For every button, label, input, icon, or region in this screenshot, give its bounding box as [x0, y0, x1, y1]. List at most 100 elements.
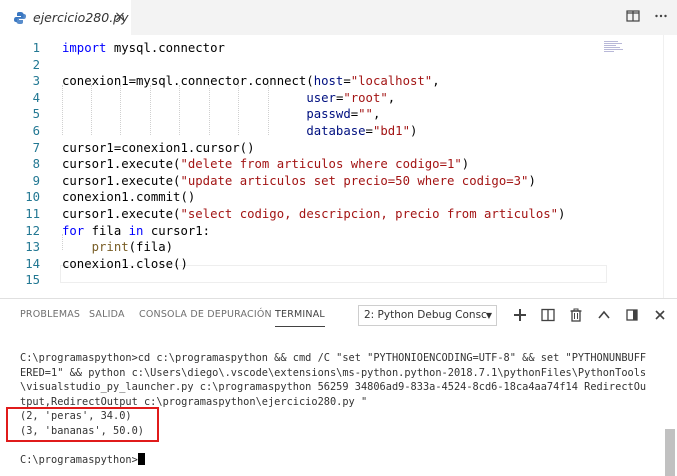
- code-token: ): [461, 157, 470, 172]
- code-line[interactable]: 11 cursor1.execute("select codigo, descri…: [0, 206, 600, 223]
- code-text: import mysql.connector: [62, 40, 225, 57]
- close-panel-icon[interactable]: [652, 307, 668, 323]
- code-line[interactable]: 8 cursor1.execute("delete from articulos …: [0, 156, 600, 173]
- code-line[interactable]: 2: [0, 57, 600, 74]
- terminal-select-value: 2: Python Debug Consc: [364, 309, 487, 321]
- code-token: ,: [432, 74, 440, 89]
- editor-tab-bar: ejercicio280.py ×: [0, 0, 677, 35]
- code-line[interactable]: 10 conexion1.commit(): [0, 189, 600, 206]
- terminal-prompt: C:\programaspython>: [20, 453, 138, 466]
- code-text: user="root",: [62, 90, 395, 107]
- split-editor-icon[interactable]: [626, 9, 640, 23]
- code-token: (fila): [128, 240, 174, 255]
- more-actions-icon[interactable]: [654, 9, 668, 23]
- code-token: cursor1.execute(: [62, 157, 181, 172]
- chevron-up-icon[interactable]: [596, 307, 612, 323]
- code-text: conexion1.close(): [62, 256, 188, 273]
- chevron-down-icon: ▼: [485, 311, 492, 320]
- code-line[interactable]: 1 import mysql.connector: [0, 40, 600, 57]
- code-token: ,: [387, 90, 396, 105]
- code-token: user: [306, 90, 336, 105]
- terminal-select[interactable]: 2: Python Debug Consc ▼: [358, 305, 497, 326]
- code-token: conexion1=mysql.connector.connect(: [62, 74, 314, 89]
- code-editor[interactable]: 1 import mysql.connector 2 3 conexion1=mysql…: [0, 35, 677, 298]
- code-token: "bd1": [372, 124, 410, 138]
- code-text: database="bd1"): [62, 123, 417, 140]
- close-tab-icon[interactable]: ×: [113, 10, 127, 24]
- code-token: =: [365, 124, 373, 138]
- terminal-scrollbar-thumb[interactable]: [665, 429, 675, 476]
- line-number: 9: [32, 173, 40, 188]
- code-line[interactable]: 9 cursor1.execute("update articulos set p…: [0, 173, 600, 190]
- code-text: print(fila): [62, 239, 173, 256]
- code-line[interactable]: 13 print(fila): [0, 239, 600, 256]
- editor-scrollbar-track[interactable]: [663, 35, 664, 298]
- tab-problemas[interactable]: PROBLEMAS: [20, 309, 80, 320]
- tab-ejercicio280[interactable]: ejercicio280.py ×: [0, 0, 131, 35]
- code-token: cursor1:: [143, 223, 211, 238]
- code-token: cursor1=conexion1.cursor(): [62, 140, 255, 155]
- code-token: passwd: [306, 107, 351, 122]
- code-token: "delete from articulos where codigo=1": [180, 157, 462, 172]
- code-token: "root": [343, 90, 388, 105]
- tab-salida[interactable]: SALIDA: [89, 309, 125, 320]
- code-token: "": [358, 107, 373, 122]
- code-token: conexion1.commit(): [62, 190, 196, 205]
- code-line[interactable]: 4 user="root",: [0, 90, 600, 107]
- code-line[interactable]: 12 for fila in cursor1:: [0, 223, 600, 240]
- line-number: 10: [25, 190, 40, 205]
- code-line[interactable]: 7 cursor1=conexion1.cursor(): [0, 140, 600, 157]
- line-number: 8: [32, 157, 40, 172]
- new-terminal-icon[interactable]: [512, 307, 528, 323]
- code-token: for: [62, 223, 85, 238]
- code-token: mysql.connector: [106, 41, 225, 55]
- code-token: ): [558, 207, 566, 221]
- output-highlight-box: [6, 407, 159, 442]
- code-line[interactable]: 14 conexion1.close(): [0, 256, 600, 273]
- trash-icon[interactable]: [568, 307, 584, 323]
- code-token: cursor1.execute(: [62, 207, 181, 221]
- code-token: database: [306, 124, 366, 138]
- terminal-cursor: [137, 452, 145, 465]
- code-token: in: [128, 223, 144, 238]
- line-number: 4: [32, 90, 40, 105]
- code-token: conexion1.close(): [62, 256, 188, 271]
- code-line[interactable]: 6 database="bd1"): [0, 123, 600, 140]
- minimap[interactable]: [604, 41, 624, 55]
- code-text: conexion1.commit(): [62, 189, 195, 206]
- code-line[interactable]: 5 passwd="",: [0, 106, 600, 123]
- code-token: host: [313, 74, 344, 89]
- split-terminal-icon[interactable]: [540, 307, 556, 323]
- line-number: 11: [25, 207, 40, 221]
- code-token: cursor1.execute(: [62, 173, 181, 188]
- code-text: passwd="",: [62, 106, 380, 123]
- code-token: import: [62, 41, 107, 55]
- line-number: 5: [32, 107, 40, 122]
- code-token: print: [91, 240, 129, 255]
- code-token: ): [528, 173, 536, 188]
- line-number: 15: [25, 273, 40, 288]
- terminal-line: ERED=1" && python c:\Users\diego\.vscode…: [20, 366, 647, 379]
- terminal-line: C:\programaspython>cd c:\programaspython…: [20, 352, 647, 364]
- code-token: "update articulos set precio=50 where co…: [180, 173, 529, 188]
- python-file-icon: [14, 11, 26, 24]
- code-token: "localhost": [350, 74, 433, 89]
- code-token: =: [343, 74, 351, 89]
- terminal-line: \visualstudio_py_launcher.py c:\programa…: [20, 381, 647, 393]
- code-text: cursor1.execute("select codigo, descripc…: [62, 206, 565, 223]
- bottom-panel: PROBLEMAS SALIDA CONSOLA DE DEPURACIÓN T…: [0, 298, 677, 476]
- code-line[interactable]: 3 conexion1=mysql.connector.connect(host=…: [0, 73, 600, 90]
- tab-terminal[interactable]: TERMINAL: [275, 309, 325, 327]
- line-number: 14: [25, 256, 40, 271]
- code-text: for fila in cursor1:: [62, 223, 210, 240]
- code-line[interactable]: 15: [0, 272, 600, 289]
- line-number: 1: [32, 41, 40, 55]
- line-number: 3: [32, 74, 40, 89]
- tab-consola-depuracion[interactable]: CONSOLA DE DEPURACIÓN: [139, 309, 272, 320]
- code-token: fila: [84, 223, 129, 238]
- maximize-panel-icon[interactable]: [624, 307, 640, 323]
- line-number: 2: [32, 57, 40, 72]
